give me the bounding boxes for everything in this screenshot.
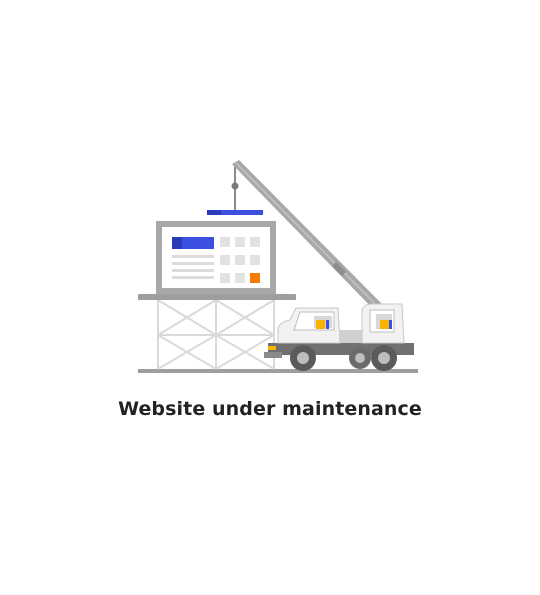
orange-tile — [250, 273, 260, 283]
ground-line — [138, 369, 418, 373]
scaffolding — [157, 299, 275, 370]
maintenance-illustration — [138, 160, 418, 373]
crane-hook — [231, 182, 239, 190]
crane-truck — [264, 303, 414, 371]
maintenance-message: Website under maintenance — [118, 398, 422, 420]
scaffold-platform — [138, 294, 296, 300]
website-screen — [156, 221, 276, 294]
